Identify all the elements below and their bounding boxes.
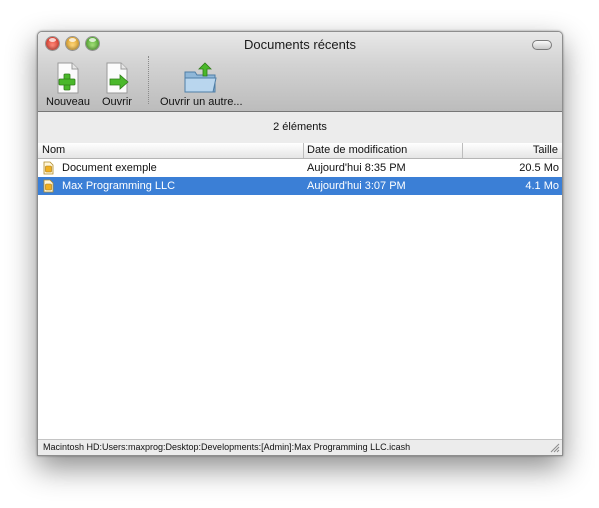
open-label: Ouvrir xyxy=(102,96,132,108)
table-row-selected[interactable]: Max Programming LLC Aujourd'hui 3:07 PM … xyxy=(38,177,562,195)
window-title: Documents récents xyxy=(244,37,356,52)
column-header-name[interactable]: Nom xyxy=(38,143,304,158)
open-button[interactable]: Ouvrir xyxy=(102,62,132,108)
title-toolbar-area: Documents récents Nouveau Ouvrir Ouvrir … xyxy=(38,32,562,112)
toolbar-separator xyxy=(148,56,149,104)
recent-documents-window: Documents récents Nouveau Ouvrir Ouvrir … xyxy=(37,31,563,456)
document-plus-icon xyxy=(57,62,79,94)
row-name: Document exemple xyxy=(62,162,157,174)
column-header-modified[interactable]: Date de modification xyxy=(304,143,463,158)
resize-grip-icon[interactable] xyxy=(550,443,560,453)
item-count: 2 éléments xyxy=(38,112,562,144)
list-header: Nom Date de modification Taille xyxy=(38,143,562,159)
row-size: 4.1 Mo xyxy=(525,180,559,192)
row-size: 20.5 Mo xyxy=(519,162,559,174)
folder-up-arrow-icon xyxy=(184,62,217,93)
column-header-size[interactable]: Taille xyxy=(463,143,562,158)
open-other-label: Ouvrir un autre... xyxy=(160,96,243,108)
document-arrow-icon xyxy=(106,62,129,94)
row-modified: Aujourd'hui 8:35 PM xyxy=(307,162,406,174)
row-modified: Aujourd'hui 3:07 PM xyxy=(307,180,406,192)
toolbar-toggle-button[interactable] xyxy=(532,40,552,50)
file-path: Macintosh HD:Users:maxprog:Desktop:Devel… xyxy=(43,442,411,452)
row-name: Max Programming LLC xyxy=(62,180,176,192)
column-header-size-label: Taille xyxy=(532,144,558,156)
new-label: Nouveau xyxy=(46,96,91,108)
cash-document-icon xyxy=(43,161,54,175)
column-header-name-label: Nom xyxy=(42,144,66,156)
table-row[interactable]: Document exemple Aujourd'hui 8:35 PM 20.… xyxy=(38,159,562,177)
cash-document-icon xyxy=(43,179,54,193)
column-header-modified-label: Date de modification xyxy=(307,144,408,156)
new-button[interactable]: Nouveau xyxy=(46,62,90,108)
open-other-button[interactable]: Ouvrir un autre... xyxy=(160,62,243,108)
status-bar: Macintosh HD:Users:maxprog:Desktop:Devel… xyxy=(38,439,562,455)
